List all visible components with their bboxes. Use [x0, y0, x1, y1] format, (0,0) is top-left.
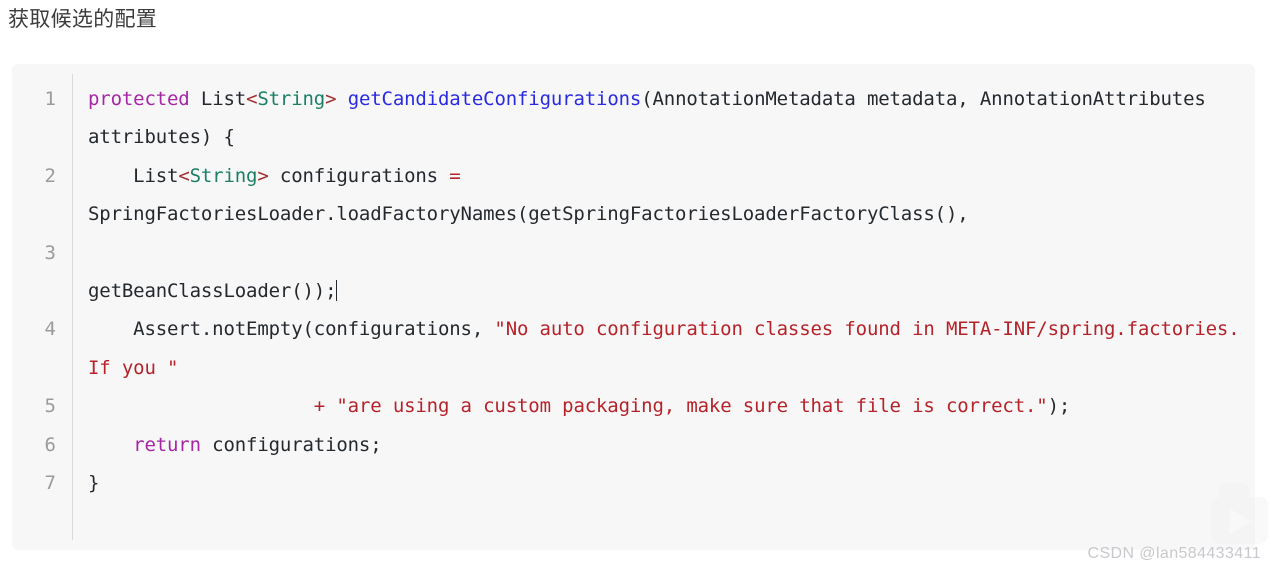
- watermark-text: CSDN @lan584433411: [1087, 545, 1261, 562]
- code-line-6: 6 return configurations;: [12, 426, 1255, 464]
- code-line-1: 1 protected List<String> getCandidateCon…: [12, 80, 1255, 157]
- line-number: 5: [44, 395, 56, 418]
- code-line-content: getBeanClassLoader());: [88, 241, 1255, 303]
- line-number: 3: [44, 241, 56, 264]
- page-title: 获取候选的配置: [8, 8, 158, 31]
- text-caret: [336, 280, 338, 302]
- code-line-4: 4 Assert.notEmpty(configurations, "No au…: [12, 310, 1255, 387]
- code-line-content: return configurations;: [133, 433, 382, 456]
- code-line-content: List<String> configurations = SpringFact…: [88, 164, 969, 226]
- code-block: 1 protected List<String> getCandidateCon…: [12, 64, 1255, 550]
- line-number: 6: [44, 433, 56, 456]
- code-line-content: protected List<String> getCandidateConfi…: [88, 88, 1217, 149]
- code-line-2: 2 List<String> configurations = SpringFa…: [12, 157, 1255, 234]
- code-line-content: + "are using a custom packaging, make su…: [313, 395, 1071, 418]
- code-line-3: 3 getBeanClassLoader());: [12, 234, 1255, 311]
- gutter-divider: [72, 74, 73, 540]
- code-line-7: 7 }: [12, 464, 1255, 502]
- line-number: 7: [44, 472, 56, 495]
- code-line-content: }: [88, 472, 100, 495]
- line-number: 4: [44, 318, 56, 341]
- code-line-5: 5 + "are using a custom packaging, make …: [12, 387, 1255, 425]
- code-scroll-area[interactable]: 1 protected List<String> getCandidateCon…: [12, 64, 1255, 550]
- line-number: 2: [44, 164, 56, 187]
- line-number: 1: [44, 88, 56, 110]
- code-line-content: Assert.notEmpty(configurations, "No auto…: [88, 318, 1251, 379]
